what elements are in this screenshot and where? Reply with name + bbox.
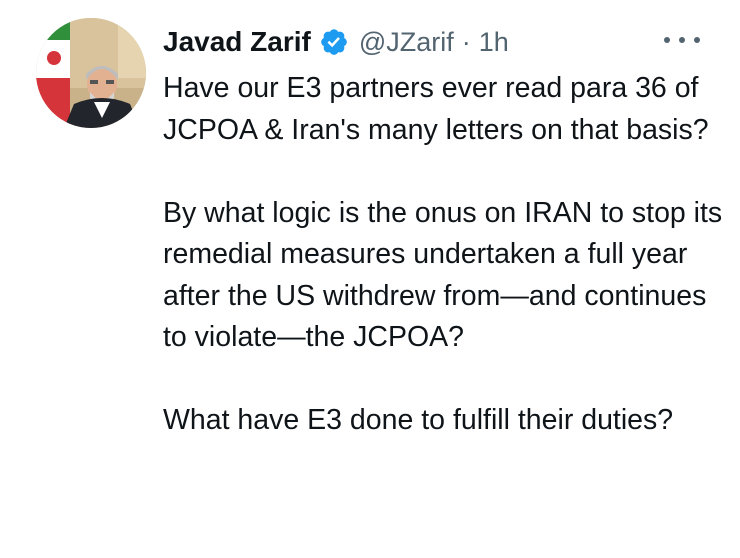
tweet-paragraph: Have our E3 partners ever read para 36 o… xyxy=(163,72,709,146)
more-dot xyxy=(679,37,685,43)
verified-badge-icon xyxy=(319,27,349,57)
avatar[interactable] xyxy=(36,18,146,128)
author-handle[interactable]: @JZarif xyxy=(359,27,454,58)
tweet-paragraph: By what logic is the onus on IRAN to sto… xyxy=(163,196,723,354)
avatar-photo xyxy=(36,18,146,128)
separator-dot: · xyxy=(461,26,471,57)
tweet-header: Javad Zarif @JZarif · 1h xyxy=(163,20,509,64)
tweet: Javad Zarif @JZarif · 1h Have our E3 par… xyxy=(0,0,740,558)
more-dot xyxy=(664,37,670,43)
tweet-text: Have our E3 partners ever read para 36 o… xyxy=(163,68,723,483)
author-display-name[interactable]: Javad Zarif xyxy=(163,26,311,58)
more-options-icon[interactable] xyxy=(664,28,700,52)
more-dot xyxy=(694,37,700,43)
tweet-paragraph: What have E3 done to fulfill their dutie… xyxy=(163,404,674,436)
tweet-timestamp[interactable]: 1h xyxy=(479,27,509,58)
